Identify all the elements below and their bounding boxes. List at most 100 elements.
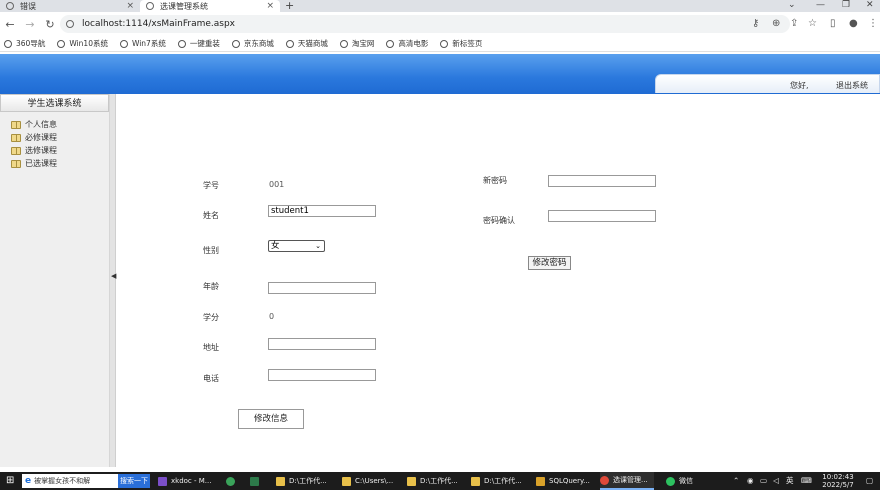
book-icon — [11, 159, 21, 168]
tray-app-icon[interactable]: ◉ — [747, 472, 754, 490]
folder-icon — [407, 476, 416, 486]
logout-link[interactable]: 退出系统 — [836, 80, 868, 91]
update-info-button[interactable]: 修改信息 — [238, 409, 304, 429]
taskbar-item[interactable]: xkdoc - M... — [158, 472, 211, 490]
taskbar-item[interactable]: D:\工作代... — [471, 472, 522, 490]
book-icon — [11, 133, 21, 142]
bookmark-item[interactable]: 高清电影 — [386, 38, 428, 49]
student-id-label: 学号 — [203, 181, 219, 190]
chrome-icon — [600, 475, 609, 485]
forward-icon[interactable]: → — [20, 18, 40, 31]
browser-tabstrip: 错误 × 选课管理系统 × + ⌄ — ❐ ✕ — [0, 0, 880, 12]
clock-time: 10:02:43 — [822, 473, 854, 481]
ie-icon: e — [25, 476, 32, 486]
close-icon[interactable]: × — [266, 0, 274, 12]
chevron-down-icon[interactable]: ⌄ — [788, 0, 796, 10]
globe-icon — [6, 2, 14, 10]
zoom-icon[interactable]: ⊕ — [772, 18, 780, 29]
minimize-icon[interactable]: — — [816, 0, 825, 10]
keyboard-icon[interactable]: ⌨ — [801, 472, 812, 490]
sidebar-title: 学生选课系统 — [0, 94, 109, 112]
change-password-button[interactable]: 修改密码 — [528, 256, 571, 270]
taskbar-search-button[interactable]: 搜索一下 — [118, 474, 150, 488]
star-icon[interactable]: ☆ — [808, 18, 817, 29]
back-icon[interactable]: ← — [0, 18, 20, 31]
new-password-label: 新密码 — [483, 176, 507, 185]
bookmark-item[interactable]: Win10系统 — [57, 38, 108, 49]
sidebar-item-required-courses[interactable]: 必修课程 — [0, 131, 109, 144]
gender-select[interactable]: 女 ⌄ — [268, 240, 325, 252]
age-input[interactable] — [268, 282, 376, 294]
taskbar-item[interactable]: C:\Users\... — [342, 472, 393, 490]
globe-icon — [177, 39, 186, 48]
app-icon — [226, 476, 235, 486]
info-icon — [66, 20, 74, 28]
restore-icon[interactable]: ❐ — [842, 0, 850, 10]
ime-indicator[interactable]: 英 — [786, 472, 794, 490]
browser-toolbar: ← → ↻ localhost:1114/xsMainFrame.aspx ⚷ … — [0, 12, 880, 36]
globe-icon — [4, 39, 12, 48]
bookmark-item[interactable]: Win7系统 — [119, 38, 166, 49]
close-icon[interactable]: × — [126, 0, 134, 12]
notification-icon[interactable]: ▢ — [866, 472, 873, 490]
taskbar-browser-search[interactable]: e 被掌握女孩不和解 — [22, 474, 118, 488]
globe-icon — [285, 39, 294, 48]
bookmark-item[interactable]: 京东商城 — [231, 38, 274, 49]
bookmark-item[interactable]: 新标签页 — [440, 38, 482, 49]
more-menu-icon[interactable]: ⋮ — [868, 18, 878, 29]
bookmark-item[interactable]: 一键重装 — [177, 38, 220, 49]
network-icon[interactable]: ▭ — [760, 472, 767, 490]
phone-input[interactable] — [268, 369, 376, 381]
globe-icon — [231, 39, 240, 48]
profile-icon[interactable]: ● — [849, 18, 858, 29]
browser-tab-error[interactable]: 错误 × — [0, 0, 140, 12]
new-password-input[interactable] — [548, 175, 656, 187]
key-icon[interactable]: ⚷ — [752, 18, 759, 29]
bookmark-item[interactable]: 天猫商城 — [285, 38, 328, 49]
gender-label: 性别 — [203, 246, 219, 255]
book-icon — [11, 120, 21, 129]
greeting-text: 您好, — [790, 81, 809, 90]
folder-icon — [342, 476, 351, 486]
sidebar-item-selected-courses[interactable]: 已选课程 — [0, 157, 109, 170]
taskbar-item[interactable]: SQLQuery... — [536, 472, 590, 490]
frame-splitter[interactable]: ◀ — [110, 94, 116, 467]
age-label: 年龄 — [203, 282, 219, 291]
window-close-icon[interactable]: ✕ — [866, 0, 874, 10]
address-bar[interactable]: localhost:1114/xsMainFrame.aspx — [60, 15, 790, 33]
chevron-down-icon: ⌄ — [315, 242, 321, 250]
url-text: localhost:1114/xsMainFrame.aspx — [82, 19, 236, 29]
tray-chevron-up-icon[interactable]: ⌃ — [733, 472, 739, 490]
taskbar-item-active[interactable]: 选课管理... — [600, 472, 654, 490]
confirm-password-input[interactable] — [548, 210, 656, 222]
collapse-arrow-icon[interactable]: ◀ — [111, 272, 116, 280]
volume-icon[interactable]: ◁ — [773, 472, 779, 490]
sidebar-item-elective-courses[interactable]: 选修课程 — [0, 144, 109, 157]
share-icon[interactable]: ⇪ — [790, 18, 798, 29]
address-input[interactable] — [268, 338, 376, 350]
sql-file-icon — [536, 476, 545, 486]
globe-icon — [119, 39, 128, 48]
address-label: 地址 — [203, 343, 219, 352]
globe-icon — [386, 39, 395, 48]
taskbar-item[interactable]: 微信 — [666, 472, 693, 490]
name-input[interactable] — [268, 205, 376, 217]
tab-title: 选课管理系统 — [160, 1, 208, 11]
bookmark-item[interactable]: 淘宝网 — [339, 38, 374, 49]
taskbar-item[interactable]: D:\工作代... — [276, 472, 327, 490]
taskbar-item[interactable]: D:\工作代... — [407, 472, 458, 490]
credits-value: 0 — [269, 312, 275, 321]
app-icon — [250, 476, 259, 486]
taskbar-clock[interactable]: 10:02:43 2022/5/7 — [818, 473, 858, 489]
globe-icon — [57, 39, 66, 48]
new-tab-icon[interactable]: + — [285, 0, 294, 12]
sidebar-item-personal-info[interactable]: 个人信息 — [0, 118, 109, 131]
taskbar-item[interactable] — [226, 472, 239, 490]
wechat-icon — [666, 476, 675, 486]
side-panel-icon[interactable]: ▯ — [830, 18, 836, 29]
windows-start-icon[interactable]: ⊞ — [6, 472, 14, 490]
browser-tab-course-system[interactable]: 选课管理系统 × — [140, 0, 280, 12]
taskbar-item[interactable] — [250, 472, 263, 490]
reload-icon[interactable]: ↻ — [40, 18, 60, 31]
bookmark-item[interactable]: 360导航 — [4, 38, 45, 49]
